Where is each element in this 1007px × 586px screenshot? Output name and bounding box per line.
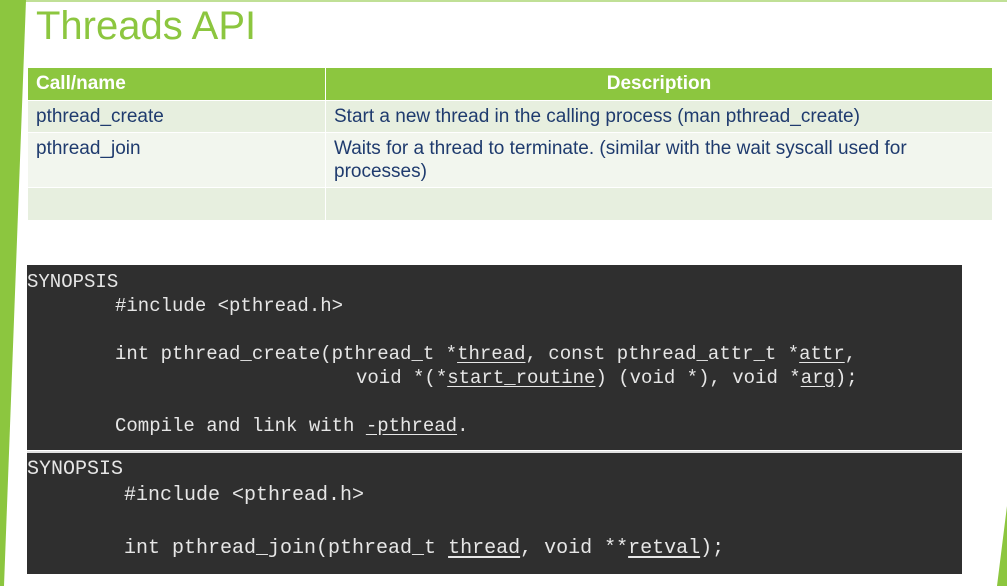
api-table: Call/name Description pthread_create Sta… (27, 67, 993, 221)
compile-line: Compile and link with -pthread. (27, 414, 962, 438)
header-call-name: Call/name (27, 67, 326, 101)
cell-description: Waits for a thread to terminate. (simila… (325, 132, 993, 188)
compile-flag: -pthread (365, 415, 458, 437)
table-row: pthread_create Start a new thread in the… (27, 100, 993, 133)
signature-line-2: void *(*start_routine) (void *), void *a… (27, 366, 962, 390)
slide-title: Threads API (36, 4, 257, 48)
param-attr: attr (799, 343, 845, 365)
top-rule (0, 0, 1007, 2)
sig-text: ); (834, 367, 858, 389)
cell-description (325, 187, 993, 221)
cell-call-name: pthread_create (27, 100, 326, 133)
cell-description: Start a new thread in the calling proces… (325, 100, 993, 133)
sig-text: ); (700, 537, 725, 560)
param-thread: thread (448, 537, 521, 560)
synopsis-heading: SYNOPSIS (27, 271, 119, 293)
signature-line: int pthread_join(pthread_t thread, void … (27, 536, 962, 562)
table-header-row: Call/name Description (27, 67, 993, 101)
include-line: #include <pthread.h> (124, 484, 365, 507)
param-retval: retval (628, 537, 701, 560)
cell-call-name: pthread_join (27, 132, 326, 188)
param-arg: arg (800, 367, 835, 389)
cell-call-name (27, 187, 326, 221)
param-thread: thread (457, 343, 526, 365)
synopsis-heading: SYNOPSIS (27, 458, 124, 481)
param-start-routine: start_routine (447, 367, 596, 389)
compile-text: . (457, 415, 469, 437)
sig-text: , void ** (520, 537, 629, 560)
sig-text: , const pthread_attr_t * (525, 343, 800, 365)
compile-text: Compile and link with (115, 415, 366, 437)
sig-text: int pthread_create(pthread_t * (115, 343, 458, 365)
sig-text: , (844, 343, 857, 365)
code-block-pthread-join: SYNOPSIS #include <pthread.h> int pthread_… (27, 451, 962, 574)
sig-text: int pthread_join(pthread_t (124, 537, 449, 560)
sig-text: void *(* (356, 367, 448, 389)
signature-line-1: int pthread_create(pthread_t *thread, co… (27, 342, 962, 366)
include-line: #include <pthread.h> (115, 295, 344, 317)
bottom-right-accent-stripe (997, 506, 1007, 586)
code-block-pthread-create: SYNOPSIS #include <pthread.h> int pthread_… (27, 265, 962, 450)
table-row (27, 187, 993, 221)
left-accent-stripe (0, 0, 26, 586)
table-row: pthread_join Waits for a thread to termi… (27, 132, 993, 188)
sig-text: ) (void *), void * (595, 367, 801, 389)
header-description: Description (325, 67, 993, 101)
